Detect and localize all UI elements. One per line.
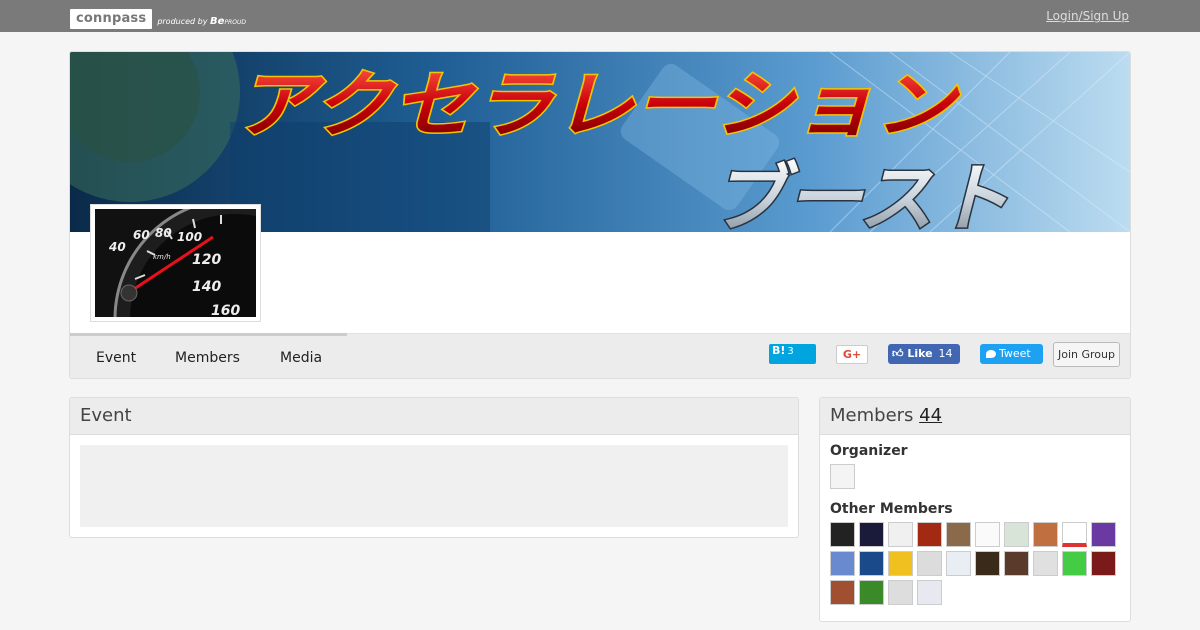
member-avatar[interactable] (1091, 551, 1116, 576)
group-card: アクセラレーション ブースト 40 60 80 100 120 140 160 … (69, 51, 1131, 379)
logo-brand-sub: PROUD (224, 19, 246, 26)
member-avatar[interactable] (975, 522, 1000, 547)
speedo-140: 140 (192, 279, 221, 295)
member-avatar[interactable] (1091, 522, 1116, 547)
member-avatar[interactable] (1033, 551, 1058, 576)
logo-subtext: produced by BePROUD (157, 16, 246, 27)
top-bar: connpass produced by BePROUD Login/Sign … (0, 0, 1200, 32)
member-avatar[interactable] (830, 522, 855, 547)
members-count-link[interactable]: 44 (919, 405, 942, 426)
organizer-label: Organizer (830, 443, 908, 459)
group-nav: Event Members Media B! 3 G+ 👍︎ Like 14 Tw… (70, 333, 1130, 378)
member-avatar[interactable] (859, 551, 884, 576)
member-avatar[interactable] (830, 551, 855, 576)
member-avatar[interactable] (1004, 551, 1029, 576)
banner-title-text: アクセラレーション (235, 63, 961, 147)
event-list-empty (80, 445, 788, 527)
login-signup-link[interactable]: Login/Sign Up (1046, 9, 1129, 23)
like-label: Like (907, 347, 933, 360)
member-avatar[interactable] (946, 522, 971, 547)
speedo-unit: km/h (153, 253, 171, 261)
members-panel: Members 44 Organizer Other Members (819, 397, 1131, 622)
member-avatar[interactable] (830, 580, 855, 605)
member-avatar[interactable] (1033, 522, 1058, 547)
tab-media[interactable]: Media (280, 350, 322, 366)
connpass-logo[interactable]: connpass produced by BePROUD (70, 5, 246, 29)
other-members-label: Other Members (830, 501, 953, 517)
tab-event[interactable]: Event (96, 350, 136, 366)
like-count: 14 (938, 347, 953, 360)
tweet-label: Tweet (999, 347, 1031, 360)
group-thumbnail: 40 60 80 100 120 140 160 km/h (90, 204, 261, 322)
member-avatar[interactable] (946, 551, 971, 576)
member-avatar[interactable] (917, 551, 942, 576)
event-panel-title: Event (70, 398, 798, 435)
google-plus-button[interactable]: G+ (836, 345, 868, 364)
facebook-like-button[interactable]: 👍︎ Like 14 (888, 344, 960, 364)
logo-text: connpass (70, 9, 153, 29)
speedo-120: 120 (192, 252, 221, 268)
banner-subtitle-text: ブースト (710, 156, 1010, 232)
twitter-bird-icon (986, 350, 996, 358)
other-members-list (830, 522, 1116, 605)
member-avatar[interactable] (917, 580, 942, 605)
member-avatar[interactable] (1004, 522, 1029, 547)
tab-members[interactable]: Members (175, 350, 240, 366)
organizer-avatar[interactable] (830, 464, 855, 489)
logo-brand: Be (210, 16, 225, 27)
organizer-list (830, 464, 1116, 489)
members-panel-title: Members 44 (820, 398, 1130, 435)
member-avatar[interactable] (859, 580, 884, 605)
member-avatar[interactable] (1062, 522, 1087, 547)
member-avatar[interactable] (917, 522, 942, 547)
member-avatar[interactable] (975, 551, 1000, 576)
hatena-icon: B! (772, 344, 786, 357)
thumbs-up-icon: 👍︎ (892, 347, 904, 360)
members-title: Members (830, 405, 914, 426)
speedo-80: 80 (155, 226, 172, 240)
join-group-button[interactable]: Join Group (1053, 342, 1120, 367)
speedo-100: 100 (177, 230, 202, 244)
member-avatar[interactable] (888, 580, 913, 605)
hatena-count: 3 (787, 346, 794, 357)
nav-active-indicator (70, 333, 347, 336)
tweet-button[interactable]: Tweet (980, 344, 1043, 364)
speedo-60: 60 (133, 228, 150, 242)
hatena-bookmark-button[interactable]: B! 3 (769, 344, 816, 364)
member-avatar[interactable] (888, 551, 913, 576)
logo-produced-by: produced by (157, 17, 208, 26)
member-avatar[interactable] (859, 522, 884, 547)
speedo-40: 40 (108, 240, 126, 254)
speedo-160: 160 (211, 303, 240, 317)
event-panel: Event (69, 397, 799, 538)
member-avatar[interactable] (1062, 551, 1087, 576)
member-avatar[interactable] (888, 522, 913, 547)
